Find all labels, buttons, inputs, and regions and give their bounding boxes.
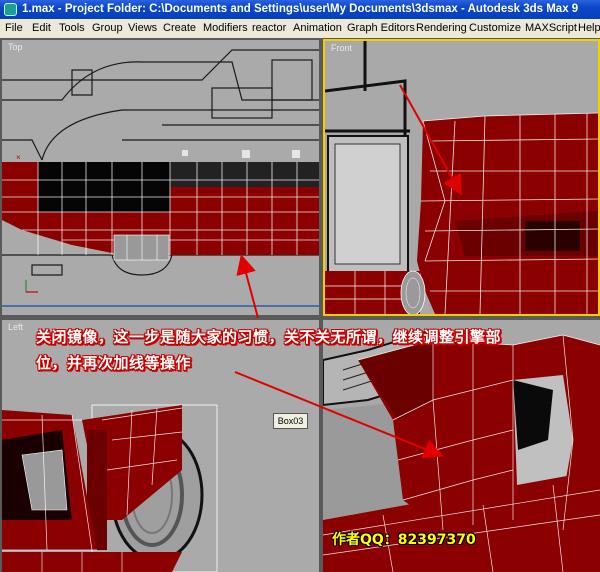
menu-help[interactable]: Help [578, 19, 600, 37]
menu-edit[interactable]: Edit [32, 19, 51, 37]
viewport-front[interactable]: Front [323, 39, 600, 316]
menu-graph-editors[interactable]: Graph Editors [347, 19, 415, 37]
menu-bar: File Edit Tools Group Views Create Modif… [0, 19, 600, 39]
viewport-top-label: Top [8, 42, 23, 52]
svg-text:×: × [16, 153, 21, 162]
menu-customize[interactable]: Customize [469, 19, 521, 37]
menu-rendering[interactable]: Rendering [416, 19, 467, 37]
3dsmax-app-icon[interactable] [4, 3, 17, 16]
window-title: 1.max - Project Folder: C:\Documents and… [22, 3, 579, 15]
menu-group[interactable]: Group [92, 19, 123, 37]
front-view-model [325, 41, 598, 314]
annotation-line-1: 关闭镜像，这一步是随大家的习惯，关不关无所谓，继续调整引擎部 [36, 328, 502, 346]
viewport-front-label: Front [331, 43, 353, 53]
object-tooltip: Box03 [273, 413, 308, 429]
menu-modifiers[interactable]: Modifiers [203, 19, 248, 37]
menu-views[interactable]: Views [128, 19, 157, 37]
annotation-line-2: 位，并再次加线等操作 [36, 354, 192, 372]
menu-animation[interactable]: Animation [293, 19, 342, 37]
author-credit: 作者QQ：82397370 [332, 532, 476, 548]
menu-tools[interactable]: Tools [59, 19, 85, 37]
viewport-top[interactable]: × Top [2, 40, 319, 315]
top-view-model: × [2, 40, 319, 315]
menu-maxscript[interactable]: MAXScript [525, 19, 577, 37]
title-bar: 1.max - Project Folder: C:\Documents and… [0, 0, 600, 19]
menu-file[interactable]: File [5, 19, 23, 37]
menu-reactor[interactable]: reactor [252, 19, 286, 37]
viewport-left-label: Left [8, 322, 24, 332]
menu-create[interactable]: Create [163, 19, 196, 37]
